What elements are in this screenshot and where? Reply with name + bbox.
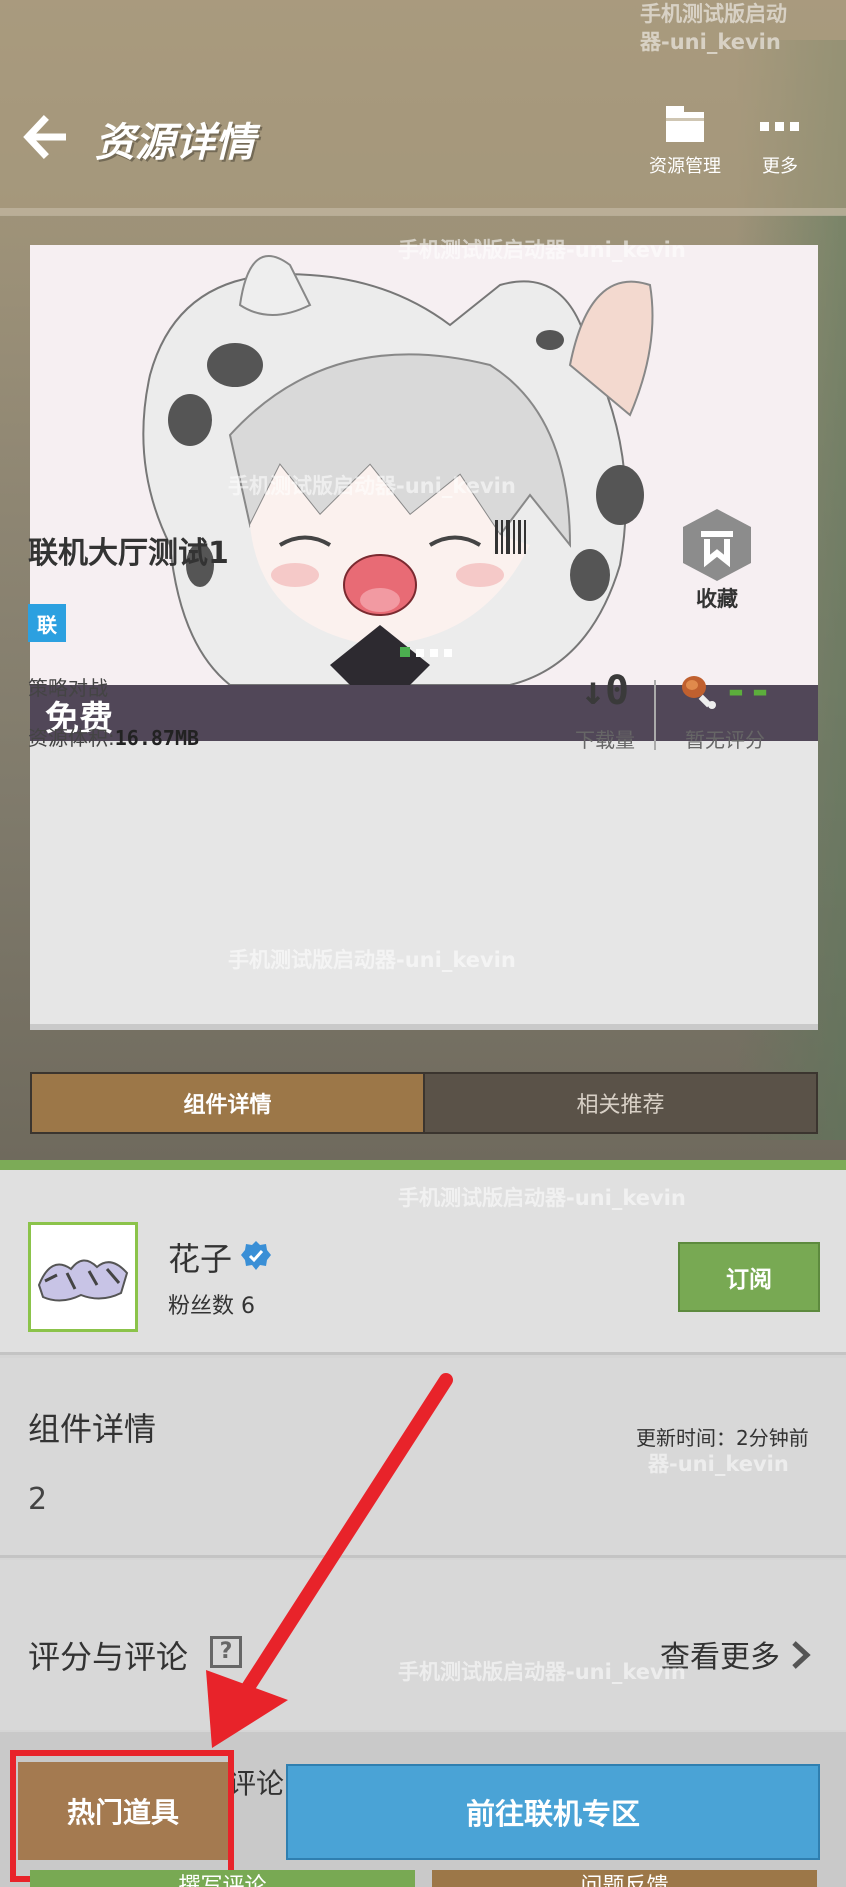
download-label: 下载量 [575, 728, 635, 752]
header-divider [0, 208, 846, 216]
help-icon[interactable]: ? [210, 1636, 242, 1668]
watermark: 手机测试版启动器-uni_kevin [228, 948, 516, 972]
write-review-button[interactable]: 撰写评论 [30, 1870, 415, 1887]
drumstick-icon [681, 676, 716, 709]
card-bottom-edge [30, 1024, 818, 1030]
tab-component-details[interactable]: 组件详情 [32, 1074, 425, 1132]
reviews-title: 评分与评论 [28, 1638, 189, 1676]
section-divider [0, 1160, 846, 1170]
watermark: · 器-uni_kevin [648, 1452, 789, 1476]
watermark: 手机测试版启动器-uni_kevin [398, 238, 686, 262]
rating-stat: -- 暂无评分 [660, 668, 790, 753]
avatar[interactable] [28, 1222, 138, 1332]
author-name[interactable]: 花子 [168, 1234, 232, 1280]
go-multiplayer-button[interactable]: 前往联机专区 [286, 1764, 820, 1860]
fans-count: 粉丝数 6 [168, 1294, 255, 1319]
bookmark-hexagon-icon [683, 509, 751, 581]
watermark: 手机测试版启动 器-uni_kevin [640, 2, 787, 54]
tab-related-recommend[interactable]: 相关推荐 [425, 1074, 816, 1132]
multiplayer-tag: 联 [28, 604, 66, 642]
resource-manage-button[interactable]: 资源管理 [635, 102, 735, 178]
size-value: 16.87MB [114, 726, 200, 750]
back-arrow-icon[interactable] [20, 112, 70, 162]
resource-cover-image[interactable] [30, 245, 818, 685]
chevron-right-icon[interactable] [790, 1640, 812, 1670]
more-button[interactable]: 更多 [730, 102, 830, 178]
detail-tabs: 组件详情 相关推荐 [30, 1072, 818, 1134]
component-details-title: 组件详情 [28, 1410, 157, 1448]
download-stat: ↓0 下载量 [560, 668, 650, 753]
favorite-button[interactable]: 收藏 [672, 505, 762, 613]
subscribe-button[interactable]: 订阅 [678, 1242, 820, 1312]
download-count: ↓0 [580, 668, 630, 714]
resource-size: 资源体积:16.87MB [28, 722, 199, 751]
component-details-body: 2 [28, 1482, 48, 1517]
feedback-button[interactable]: 问题反馈 [432, 1870, 817, 1887]
rating-label: 暂无评分 [685, 728, 765, 752]
page-title: 资源详情 [95, 120, 255, 166]
favorite-label: 收藏 [696, 587, 738, 611]
rating-value: -- [723, 668, 773, 714]
resource-category: 策略对战 [28, 676, 108, 700]
more-dots-icon [730, 102, 830, 144]
resource-card: 免费 [30, 245, 818, 1030]
size-label: 资源体积: [28, 726, 115, 750]
partial-reviews-text: 评论 [228, 1767, 285, 1800]
watermark: 手机测试版启动器-uni_kevin [228, 474, 516, 498]
resource-title: 联机大厅测试1 [28, 536, 229, 571]
watermark: 手机测试版启动器-uni_kevin [398, 1660, 686, 1684]
folder-icon [635, 102, 735, 144]
verified-icon [240, 1240, 272, 1272]
annotation-highlight-box [10, 1750, 234, 1882]
watermark: 手机测试版启动器-uni_kevin [398, 1186, 686, 1210]
stat-divider [654, 680, 656, 750]
more-label: 更多 [762, 156, 798, 177]
resource-manage-label: 资源管理 [649, 156, 721, 177]
